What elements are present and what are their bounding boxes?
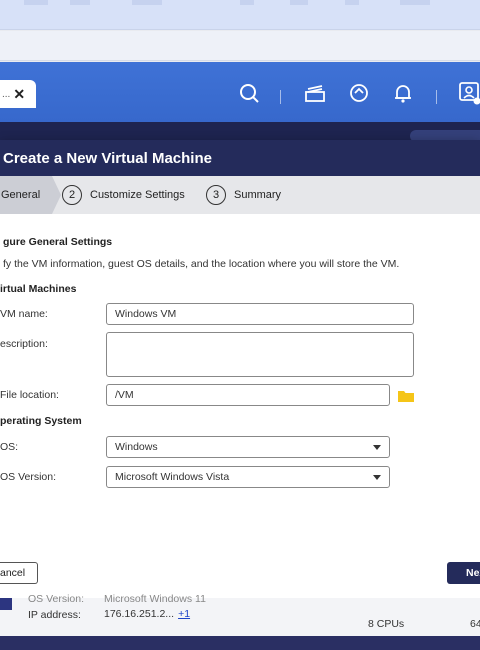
browser-tab-strip	[0, 0, 480, 30]
os-version-select-value: Microsoft Windows Vista	[115, 471, 230, 483]
step-general[interactable]: General	[0, 176, 52, 214]
header-divider	[436, 90, 437, 104]
step-summary[interactable]: 3 Summary	[206, 185, 281, 205]
file-location-input[interactable]: /VM	[106, 384, 390, 406]
os-version-label: OS Version:	[0, 471, 57, 483]
header-divider	[280, 90, 281, 104]
step-number: 3	[206, 185, 226, 205]
description-textarea[interactable]	[106, 332, 414, 377]
os-section-title: perating System	[0, 415, 82, 427]
next-button[interactable]: Nex	[447, 562, 480, 584]
tab-stub	[400, 0, 430, 5]
step-arrow	[52, 176, 61, 214]
tab-stub	[240, 0, 254, 5]
wizard-steps: General 2 Customize Settings 3 Summary	[0, 176, 480, 214]
os-select[interactable]: Windows	[106, 436, 390, 458]
os-version-bg-value: Microsoft Windows 11	[104, 593, 206, 605]
step-label: Customize Settings	[90, 189, 185, 201]
section-title: gure General Settings	[3, 236, 113, 248]
os-version-bg-label: OS Version:	[28, 593, 85, 605]
user-icon[interactable]	[456, 80, 480, 106]
ip-address-text: 176.16.251.2...	[104, 608, 175, 620]
browser-address-bar[interactable]	[0, 31, 480, 61]
app-tab[interactable]: ... ✕	[0, 80, 36, 108]
bell-icon[interactable]	[390, 80, 416, 106]
step-label: Summary	[234, 189, 282, 201]
background-band	[0, 122, 480, 142]
background-marker	[0, 598, 12, 610]
description-label: escription:	[0, 338, 48, 350]
tab-stub	[290, 0, 308, 5]
tab-stub	[24, 0, 48, 5]
sync-icon[interactable]	[346, 80, 372, 106]
ip-more-link[interactable]: +1	[178, 608, 190, 620]
close-icon[interactable]: ✕	[13, 86, 25, 103]
chevron-down-icon	[373, 475, 381, 480]
dialog-title: Create a New Virtual Machine	[0, 140, 480, 176]
tab-stub	[132, 0, 162, 5]
chevron-down-icon	[373, 445, 381, 450]
step-customize-settings[interactable]: 2 Customize Settings	[62, 185, 185, 205]
stack-icon[interactable]	[302, 80, 328, 106]
tab-stub	[70, 0, 90, 5]
tab-stub	[345, 0, 359, 5]
folder-icon[interactable]	[398, 390, 414, 402]
create-vm-dialog: Create a New Virtual Machine General 2 C…	[0, 140, 480, 598]
vm-section-title: irtual Machines	[0, 283, 77, 295]
os-label: OS:	[0, 441, 19, 453]
app-header: ... ✕	[0, 62, 480, 122]
memory-size: 64	[470, 618, 480, 630]
step-number: 2	[62, 185, 82, 205]
search-icon[interactable]	[236, 80, 262, 106]
file-location-label: File location:	[0, 389, 59, 401]
section-description: fy the VM information, guest OS details,…	[3, 258, 400, 270]
cpu-count: 8 CPUs	[368, 618, 405, 630]
vm-name-label: VM name:	[0, 308, 48, 320]
os-select-value: Windows	[115, 441, 158, 453]
cancel-button[interactable]: ancel	[0, 562, 38, 584]
background-vm-details: OS Version: Microsoft Windows 11 IP addr…	[0, 593, 480, 638]
ip-address-value: 176.16.251.2... +1	[104, 608, 190, 620]
ip-address-label: IP address:	[28, 609, 81, 621]
tab-ellipsis: ...	[2, 88, 11, 100]
background-footer	[0, 636, 480, 650]
os-version-select[interactable]: Microsoft Windows Vista	[106, 466, 390, 488]
vm-name-input[interactable]: Windows VM	[106, 303, 414, 325]
